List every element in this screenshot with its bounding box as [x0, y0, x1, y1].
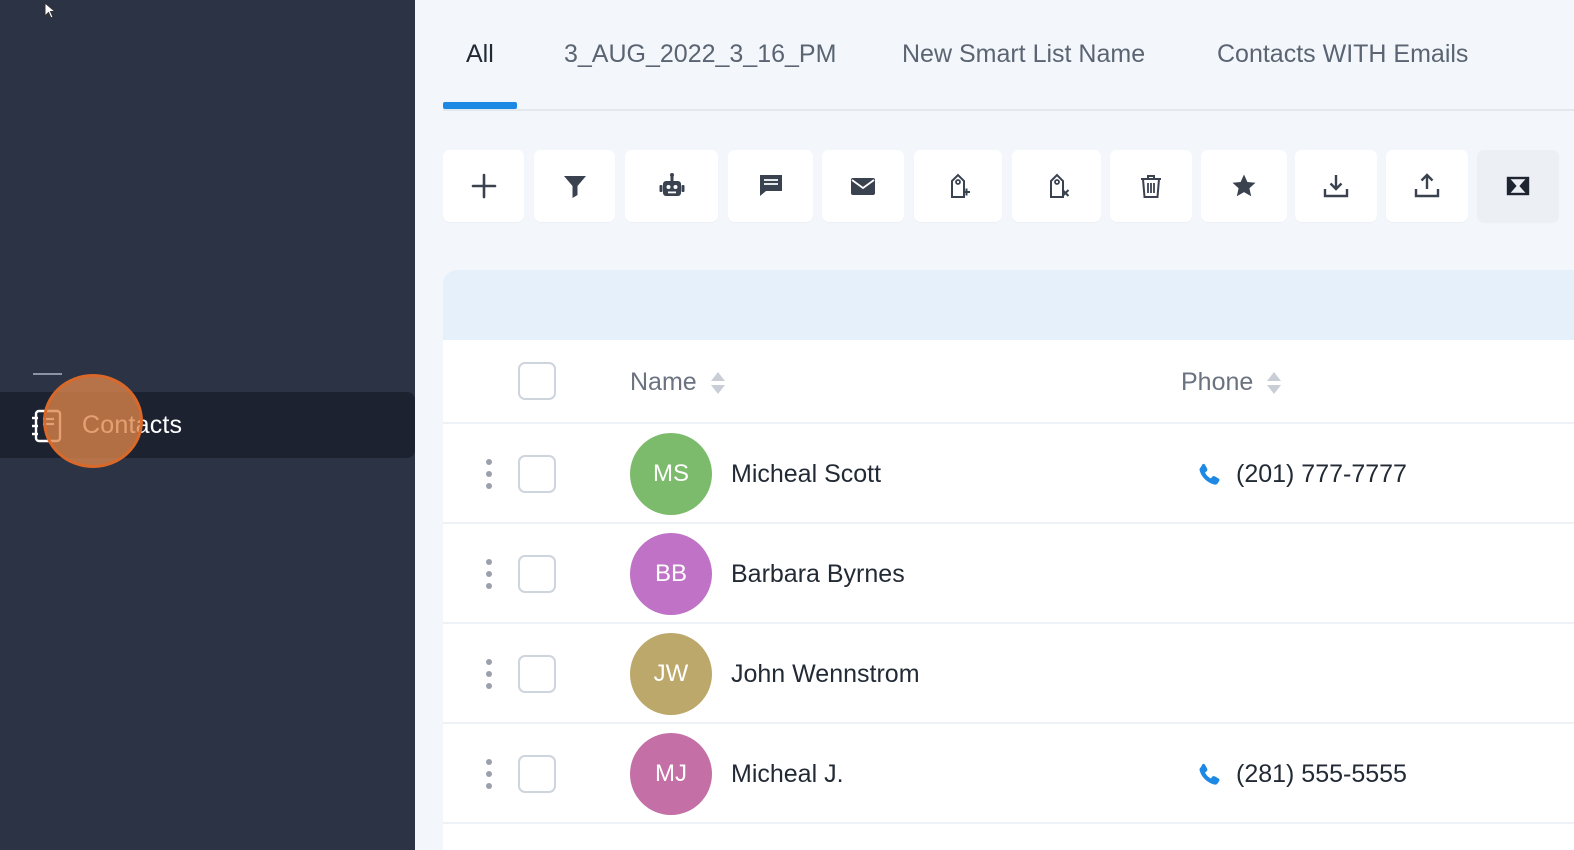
sidebar-item-contacts[interactable]: Contacts [0, 392, 415, 458]
avatar: JW [630, 633, 712, 715]
contact-name[interactable]: Barbara Byrnes [731, 560, 905, 589]
contact-name[interactable]: John Wennstrom [731, 660, 920, 689]
avatar: MJ [630, 733, 712, 815]
toolbar [415, 150, 1574, 222]
row-checkbox[interactable] [518, 655, 556, 693]
add-tag-button[interactable] [914, 150, 1002, 222]
table-row[interactable]: MJ Micheal J. (281) 555-5555 [443, 724, 1574, 824]
add-contact-button[interactable] [443, 150, 524, 222]
sort-icon [710, 371, 725, 394]
filter-button[interactable] [534, 150, 615, 222]
upload-icon [1414, 173, 1440, 198]
mouse-cursor-icon [44, 2, 57, 19]
contacts-table: Name Phone MS Micheal Scott (201) 777-7777… [443, 340, 1574, 850]
export-button[interactable] [1295, 150, 1377, 222]
drag-handle-icon[interactable] [485, 558, 493, 590]
sidebar-divider [33, 373, 62, 375]
contact-phone[interactable]: (281) 555-5555 [1195, 760, 1407, 789]
remove-tag-icon [1049, 173, 1069, 198]
active-tab-indicator [443, 102, 517, 109]
merge-button[interactable] [1477, 150, 1559, 222]
import-button[interactable] [1386, 150, 1468, 222]
sidebar-item-label: Contacts [82, 411, 183, 439]
drag-handle-icon[interactable] [485, 758, 493, 790]
phone-icon [1199, 463, 1220, 485]
contact-phone[interactable]: (201) 777-7777 [1195, 460, 1407, 489]
contact-name[interactable]: Micheal Scott [731, 460, 881, 489]
star-icon [1232, 174, 1256, 197]
merge-icon [1506, 176, 1530, 196]
download-icon [1323, 175, 1349, 198]
row-checkbox[interactable] [518, 455, 556, 493]
remove-tag-button[interactable] [1012, 150, 1101, 222]
selection-banner [443, 270, 1574, 340]
contacts-book-icon [32, 409, 62, 443]
drag-handle-icon[interactable] [485, 458, 493, 490]
avatar: BB [630, 533, 712, 615]
phone-number: (281) 555-5555 [1236, 760, 1407, 788]
sidebar: Contacts [0, 0, 415, 850]
email-icon [851, 178, 875, 195]
tab-3-aug-2022[interactable]: 3_AUG_2022_3_16_PM [564, 40, 836, 69]
table-row[interactable]: MS Micheal Scott (201) 777-7777 [443, 424, 1574, 524]
column-header-name[interactable]: Name [630, 368, 727, 397]
send-sms-button[interactable] [728, 150, 813, 222]
add-to-automation-button[interactable] [625, 150, 718, 222]
column-header-name-label: Name [630, 368, 697, 396]
select-all-checkbox[interactable] [518, 362, 556, 400]
add-icon [471, 173, 496, 199]
send-email-button[interactable] [822, 150, 904, 222]
add-tag-icon [951, 173, 970, 198]
review-request-button[interactable] [1201, 150, 1287, 222]
table-row[interactable]: BB Barbara Byrnes [443, 524, 1574, 624]
avatar: MS [630, 433, 712, 515]
message-icon [759, 175, 782, 196]
drag-handle-icon[interactable] [485, 658, 493, 690]
tab-all[interactable]: All [466, 40, 494, 69]
main-content: All 3_AUG_2022_3_16_PM New Smart List Na… [415, 0, 1574, 850]
row-checkbox[interactable] [518, 755, 556, 793]
trash-icon [1141, 175, 1161, 198]
table-row[interactable]: JW John Wennstrom [443, 624, 1574, 724]
row-checkbox[interactable] [518, 555, 556, 593]
tab-new-smart-list-name[interactable]: New Smart List Name [902, 40, 1145, 69]
contact-name[interactable]: Micheal J. [731, 760, 844, 789]
delete-button[interactable] [1110, 150, 1192, 222]
phone-number: (201) 777-7777 [1236, 460, 1407, 488]
sort-icon [1267, 371, 1282, 394]
filter-icon [563, 176, 586, 198]
column-header-phone-label: Phone [1181, 368, 1254, 396]
column-header-phone[interactable]: Phone [1181, 368, 1283, 397]
tab-contacts-with-emails[interactable]: Contacts WITH Emails [1217, 40, 1468, 69]
phone-icon [1199, 763, 1220, 785]
table-header: Name Phone [443, 340, 1574, 424]
smart-list-tabs: All 3_AUG_2022_3_16_PM New Smart List Na… [443, 0, 1574, 111]
robot-icon [659, 173, 684, 196]
